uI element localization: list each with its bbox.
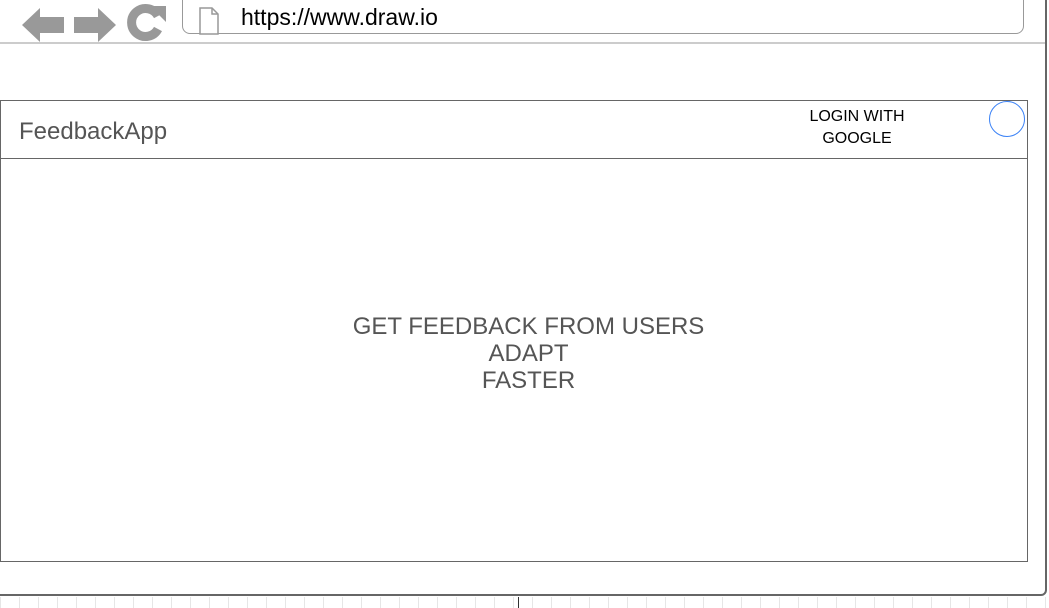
arrow-right-icon[interactable] [74,8,116,42]
canvas-grid [0,597,1049,608]
login-with-google-button[interactable]: LOGIN WITH GOOGLE [777,106,937,150]
arrow-left-icon[interactable] [22,8,64,42]
login-button-line2: GOOGLE [822,130,892,147]
login-button-line1: LOGIN WITH [809,108,905,125]
reload-icon[interactable] [126,2,166,42]
page-icon [199,7,219,35]
app-header: FeedbackApp LOGIN WITH GOOGLE [1,101,1027,159]
hero-text: GET FEEDBACK FROM USERS ADAPT FASTER [1,313,1049,394]
address-bar[interactable]: https://www.draw.io [182,0,1024,35]
hero-line-3: FASTER [481,367,576,394]
canvas: https://www.draw.io FeedbackApp LOGIN WI… [0,0,1049,608]
hero-line-1: GET FEEDBACK FROM USERS [352,313,705,340]
app-window: FeedbackApp LOGIN WITH GOOGLE GET FEEDBA… [0,100,1028,562]
app-title: FeedbackApp [19,118,168,145]
url-text[interactable]: https://www.draw.io [241,4,438,31]
avatar[interactable] [989,101,1025,137]
canvas-divider [518,597,519,608]
browser-toolbar: https://www.draw.io [0,0,1045,44]
hero-line-2: ADAPT [488,340,569,367]
